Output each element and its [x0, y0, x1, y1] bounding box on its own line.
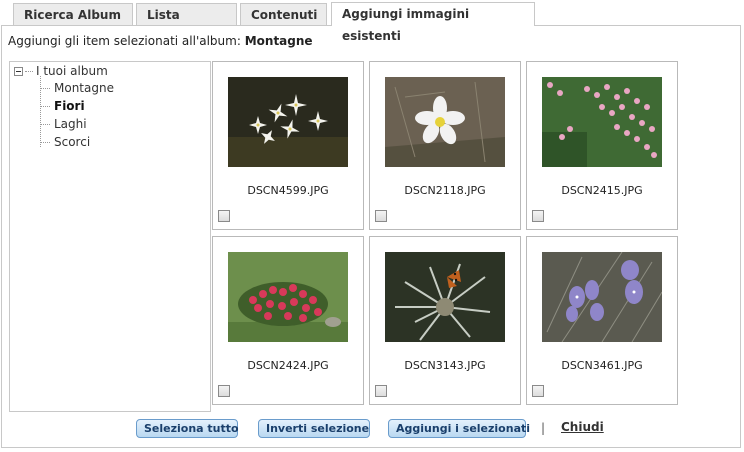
- select-all-button[interactable]: Seleziona tutto: [136, 419, 239, 438]
- tree-item-scorci[interactable]: Scorci: [40, 133, 90, 151]
- tree-item-montagne[interactable]: Montagne: [40, 79, 114, 97]
- image-select-checkbox[interactable]: [218, 210, 230, 222]
- image-select-checkbox[interactable]: [532, 385, 544, 397]
- tab-contenuti[interactable]: Contenuti: [240, 3, 327, 25]
- image-card[interactable]: DSCN4599.JPG: [212, 61, 364, 230]
- image-card[interactable]: DSCN2424.JPG: [212, 236, 364, 405]
- tree-connector: [25, 71, 33, 72]
- caption-prefix: Aggiungi gli item selezionati all'album:: [8, 34, 241, 48]
- image-card[interactable]: DSCN3461.JPG: [526, 236, 678, 405]
- image-filename: DSCN3461.JPG: [561, 359, 643, 372]
- pink-flowers-thumbnail: [542, 77, 662, 167]
- tab-lista-album[interactable]: Lista Album: [136, 3, 237, 44]
- image-filename: DSCN2415.JPG: [561, 184, 643, 197]
- white-anemone-thumbnail: [385, 77, 505, 167]
- image-select-checkbox[interactable]: [375, 210, 387, 222]
- tree-root-label: I tuoi album: [36, 64, 108, 78]
- image-filename: DSCN2118.JPG: [404, 184, 486, 197]
- collapse-icon[interactable]: [14, 67, 23, 76]
- image-filename: DSCN2424.JPG: [247, 359, 329, 372]
- target-album-caption: Aggiungi gli item selezionati all'album:…: [8, 34, 313, 48]
- tree-root[interactable]: I tuoi album: [14, 63, 108, 79]
- add-selected-button[interactable]: Aggiungi i selezionati: [388, 419, 530, 438]
- thistle-butterfly-thumbnail: [385, 252, 505, 342]
- image-select-checkbox[interactable]: [218, 385, 230, 397]
- image-card[interactable]: DSCN2415.JPG: [526, 61, 678, 230]
- image-filename: DSCN4599.JPG: [247, 184, 329, 197]
- image-filename: DSCN3143.JPG: [404, 359, 486, 372]
- target-album-name: Montagne: [244, 34, 313, 48]
- album-tree: I tuoi album Montagne Fiori Laghi Scorci: [9, 61, 211, 412]
- image-select-checkbox[interactable]: [532, 210, 544, 222]
- tree-item-laghi[interactable]: Laghi: [40, 115, 87, 133]
- image-card[interactable]: DSCN3143.JPG: [369, 236, 521, 405]
- purple-bellflowers-thumbnail: [542, 252, 662, 342]
- close-link[interactable]: Chiudi: [561, 420, 604, 434]
- tab-ricerca-album[interactable]: Ricerca Album: [13, 3, 133, 25]
- white-star-flowers-thumbnail: [228, 77, 348, 167]
- tab-aggiungi-immagini-esistenti[interactable]: Aggiungi immagini esistenti: [331, 2, 535, 43]
- invert-selection-button[interactable]: Inverti selezione: [258, 419, 370, 438]
- tab-bar: Ricerca Album Lista Album Contenuti Aggi…: [0, 0, 744, 44]
- red-bush-thumbnail: [228, 252, 348, 342]
- tree-item-fiori[interactable]: Fiori: [40, 97, 85, 115]
- image-card[interactable]: DSCN2118.JPG: [369, 61, 521, 230]
- image-select-checkbox[interactable]: [375, 385, 387, 397]
- button-separator: |: [541, 421, 546, 435]
